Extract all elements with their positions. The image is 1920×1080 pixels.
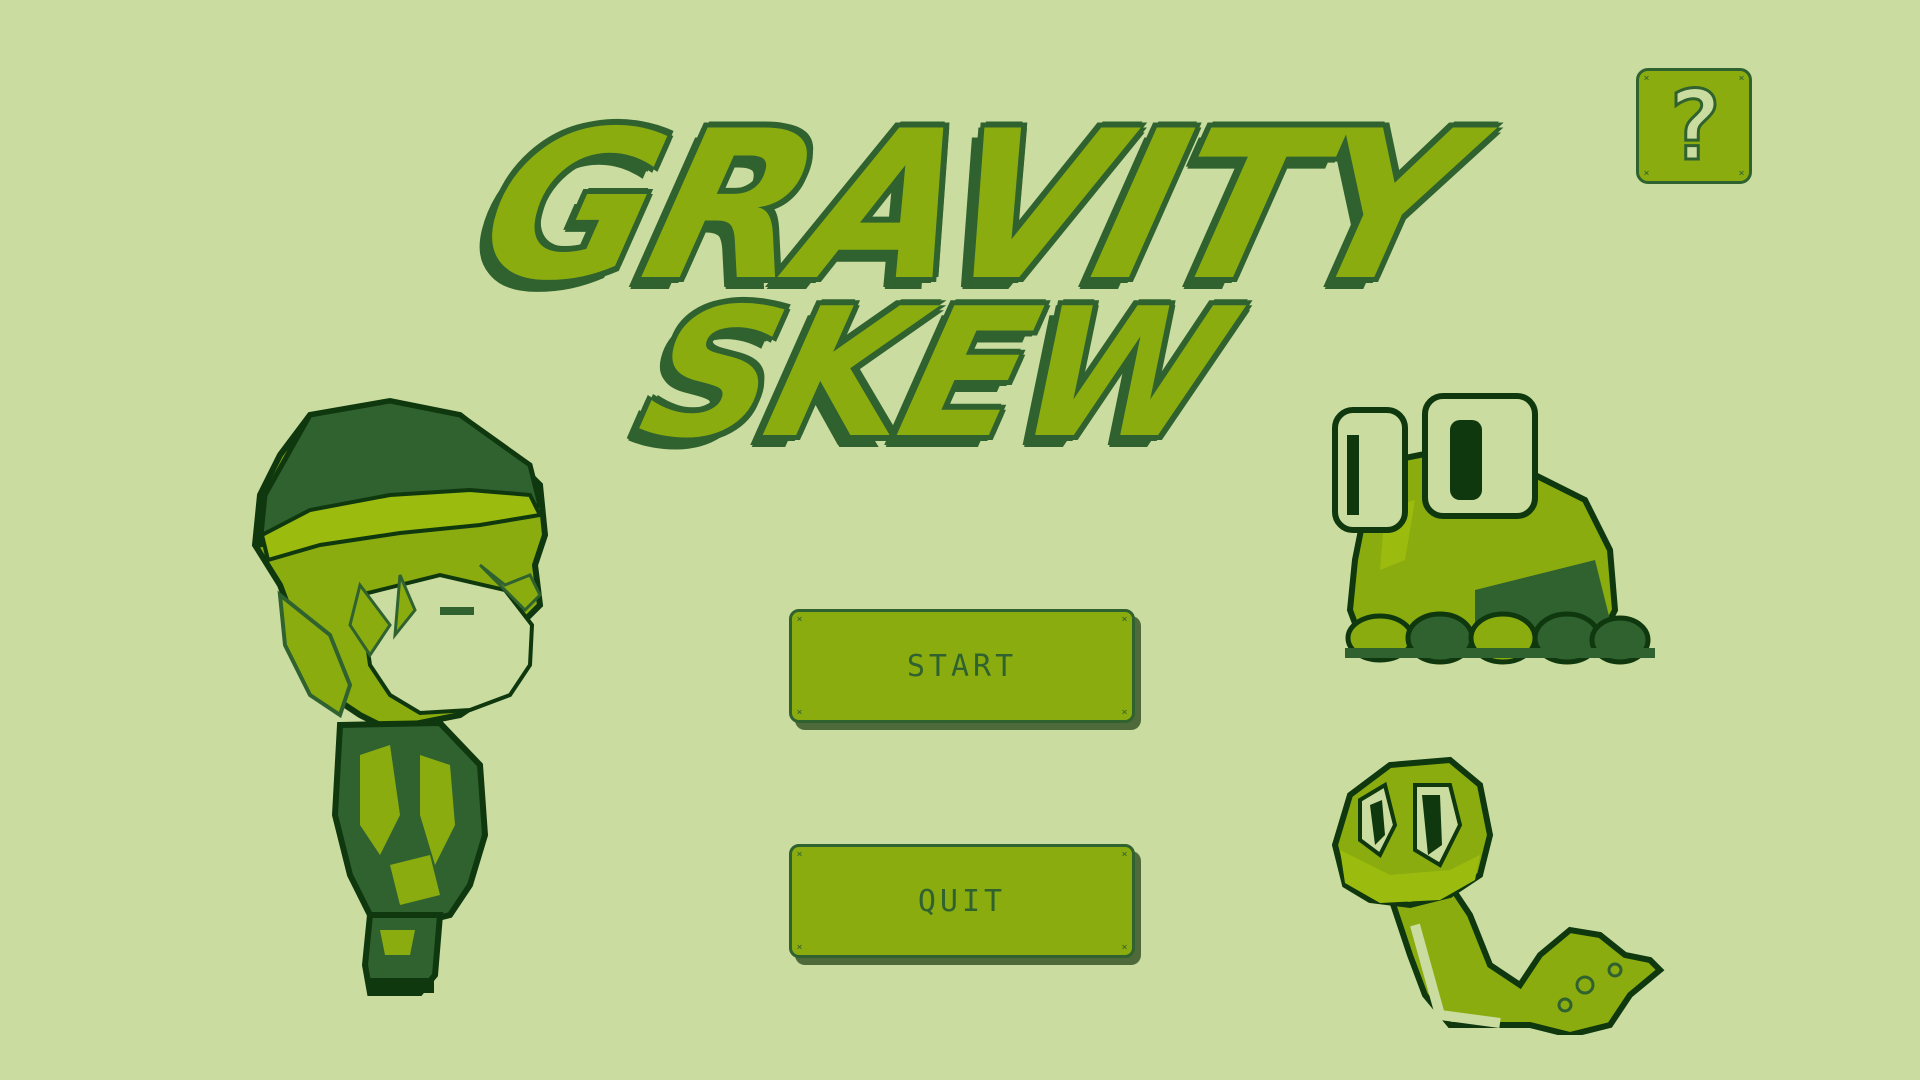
- help-button[interactable]: × × × × ?: [1636, 68, 1752, 184]
- frog-enemy-sprite: [1332, 393, 1655, 665]
- rivet-icon: ×: [1121, 707, 1128, 718]
- question-mark-icon: ?: [1664, 70, 1725, 182]
- snake-enemy-sprite: [1331, 756, 1665, 1035]
- rivet-icon: ×: [1643, 73, 1650, 84]
- start-button[interactable]: × × × × START: [789, 609, 1135, 723]
- quit-button-label: QUIT: [917, 883, 1007, 919]
- rivet-icon: ×: [1643, 168, 1650, 179]
- rivet-icon: ×: [1121, 614, 1128, 625]
- rivet-icon: ×: [1121, 849, 1128, 860]
- rivet-icon: ×: [796, 849, 803, 860]
- quit-button[interactable]: × × × × QUIT: [789, 844, 1135, 958]
- start-button-label: START: [906, 648, 1018, 684]
- rivet-icon: ×: [1738, 168, 1745, 179]
- rivet-icon: ×: [1121, 942, 1128, 953]
- game-title-line-2: SKEW: [624, 270, 1244, 477]
- rivet-icon: ×: [796, 942, 803, 953]
- player-character-sprite: [251, 397, 549, 996]
- rivet-icon: ×: [1738, 73, 1745, 84]
- rivet-icon: ×: [796, 707, 803, 718]
- rivet-icon: ×: [796, 614, 803, 625]
